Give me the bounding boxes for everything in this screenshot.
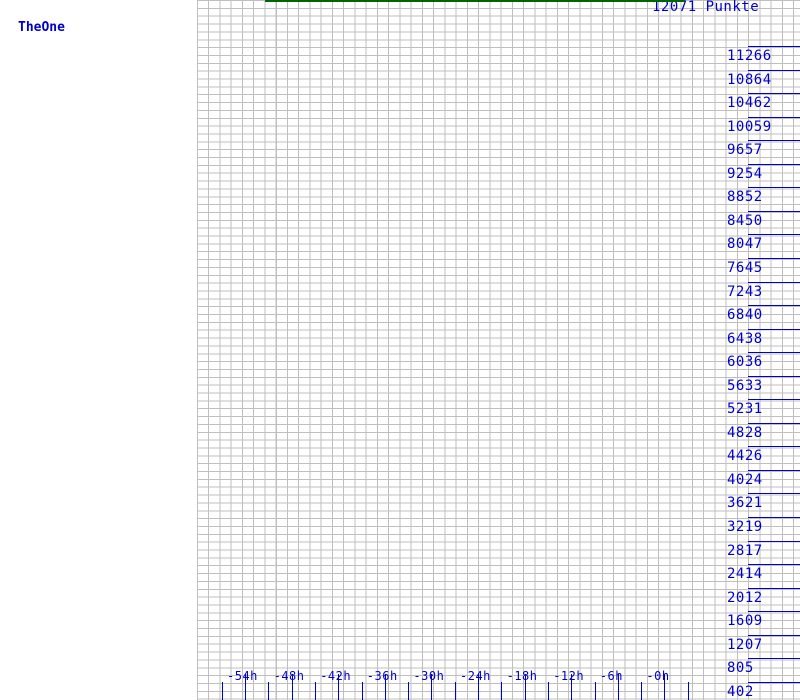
y-axis-tick-label: 9657 — [727, 142, 763, 159]
y-gridline — [748, 517, 800, 518]
y-axis-tick-label: 10059 — [727, 118, 772, 135]
plot-area: 12071 Punkte 11266 10864 10462 10059 9657 925… — [197, 0, 800, 700]
y-axis-tick-label: 8047 — [727, 236, 763, 253]
y-gridline — [748, 46, 800, 47]
x-axis-minor-tick — [268, 682, 270, 700]
x-axis-minor-tick — [454, 682, 456, 700]
y-gridline — [748, 140, 800, 142]
y-gridline — [748, 328, 800, 330]
y-gridline — [748, 352, 800, 354]
y-axis-tick-label: 1609 — [727, 613, 763, 630]
y-axis-tick-label: 11266 — [727, 48, 772, 64]
y-gridline — [748, 446, 800, 448]
y-axis-tick-label: 7645 — [727, 259, 763, 276]
y-axis-tick-label: 5231 — [727, 401, 763, 418]
series-legend-label: TheOne — [18, 20, 65, 35]
y-gridline — [748, 116, 800, 118]
y-gridline — [748, 93, 800, 95]
y-gridline — [748, 540, 800, 542]
x-axis-minor-tick — [687, 682, 689, 700]
y-axis-tick-label: 4828 — [727, 424, 763, 441]
y-gridline — [748, 281, 800, 283]
y-axis-tick-label: 9254 — [727, 165, 763, 182]
x-axis-minor-tick — [408, 682, 410, 700]
chart-root: TheOne 12071 Punkte 11266 10864 10462 10059… — [0, 0, 800, 700]
y-gridline — [748, 305, 800, 307]
y-axis-tick-label: 805 — [727, 660, 754, 677]
y-axis-tick-label: 6438 — [727, 330, 763, 347]
y-axis-tick-label: 8852 — [727, 189, 763, 206]
y-axis-tick-label: 4426 — [727, 448, 763, 465]
x-axis-minor-tick — [547, 682, 549, 700]
x-axis-minor-tick — [361, 682, 363, 700]
x-axis-tick-label: -54h — [227, 669, 258, 683]
y-gridline — [748, 658, 800, 660]
y-gridline — [748, 257, 800, 259]
x-axis-tick-label: -42h — [320, 669, 352, 683]
y-axis-tick-label: 8450 — [727, 212, 763, 229]
y-gridline — [748, 681, 800, 683]
y-gridline — [748, 634, 800, 636]
x-axis-tick-label: -0h — [646, 669, 670, 683]
y-gridline — [748, 611, 800, 613]
x-axis-tick-label: -18h — [506, 669, 538, 683]
chart-title: 12071 Punkte — [652, 0, 760, 15]
y-gridline — [748, 587, 800, 589]
y-gridline — [748, 163, 800, 165]
data-series-line — [265, 0, 685, 2]
y-axis-tick-label: 1207 — [727, 636, 763, 653]
y-axis-tick-label: 6840 — [727, 307, 763, 324]
y-axis-tick-label: 2817 — [727, 542, 763, 559]
y-axis-tick-label: 4024 — [727, 471, 763, 488]
y-gridline — [748, 422, 800, 424]
x-axis-minor-tick — [594, 682, 596, 700]
y-gridline — [748, 187, 800, 189]
x-axis-minor-tick — [641, 682, 643, 700]
x-axis-minor-tick — [501, 682, 503, 700]
y-gridline — [748, 469, 800, 471]
y-gridline — [748, 493, 800, 495]
y-axis-tick-label: 6036 — [727, 354, 763, 371]
x-axis-tick-label: -48h — [273, 669, 305, 683]
y-axis-tick-label: 5633 — [727, 377, 763, 394]
y-axis-tick-label: 3219 — [727, 519, 763, 535]
y-gridline — [748, 69, 800, 71]
x-axis-minor-tick — [221, 682, 223, 700]
y-axis-tick-label: 10864 — [727, 71, 772, 88]
x-axis-tick-label: -30h — [413, 669, 445, 683]
x-axis-tick-label: -6h — [599, 669, 623, 683]
y-axis-tick-label: 10462 — [727, 95, 772, 112]
y-axis-tick-label: 3621 — [727, 495, 763, 512]
y-gridline — [748, 234, 800, 236]
x-axis-tick-label: -36h — [366, 669, 398, 683]
x-axis-minor-tick — [314, 682, 316, 700]
y-axis-tick-label: 7243 — [727, 283, 763, 300]
y-gridline — [748, 375, 800, 377]
y-axis-tick-label: 2414 — [727, 566, 763, 583]
x-axis-tick-label: -12h — [553, 669, 585, 683]
y-axis-tick-label: 402 — [727, 683, 754, 700]
y-axis-tick-label: 2012 — [727, 589, 763, 606]
x-axis-tick-label: -24h — [460, 669, 491, 683]
y-gridline — [748, 564, 800, 566]
y-gridline — [748, 399, 800, 401]
y-gridline — [748, 210, 800, 212]
